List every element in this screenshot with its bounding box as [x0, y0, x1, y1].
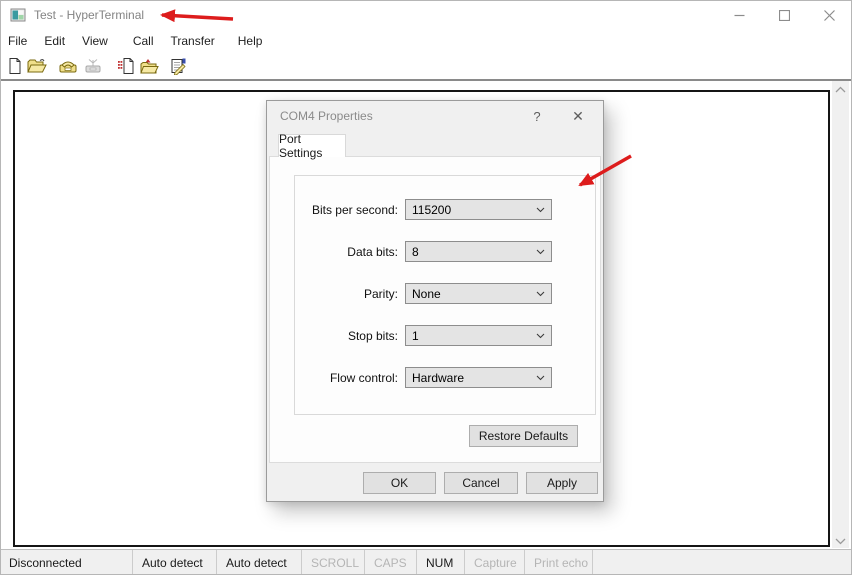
- scroll-up-icon[interactable]: [835, 86, 846, 94]
- dialog-titlebar: COM4 Properties ? ✕: [267, 101, 603, 132]
- status-capture: Capture: [465, 550, 525, 575]
- hyperterminal-app-icon: [10, 8, 26, 22]
- dialog-title: COM4 Properties: [280, 109, 373, 123]
- disconnect-phone-icon[interactable]: [82, 55, 104, 77]
- send-file-icon[interactable]: [116, 55, 138, 77]
- status-caps: CAPS: [365, 550, 417, 575]
- chevron-down-icon: [536, 375, 545, 380]
- parity-value: None: [412, 286, 441, 301]
- status-scroll: SCROLL: [302, 550, 365, 575]
- window-titlebar: Test - HyperTerminal: [0, 0, 852, 30]
- field-bits-per-second: Bits per second: 115200: [307, 199, 552, 220]
- data-bits-select[interactable]: 8: [405, 241, 552, 262]
- connect-phone-icon[interactable]: [57, 55, 79, 77]
- minimize-icon: [734, 14, 745, 16]
- menu-file[interactable]: File: [8, 32, 36, 50]
- close-icon: [824, 9, 835, 21]
- com4-properties-dialog: COM4 Properties ? ✕ Port Settings Bits p…: [266, 100, 604, 502]
- stop-bits-select[interactable]: 1: [405, 325, 552, 346]
- status-auto-detect-1: Auto detect: [133, 550, 217, 575]
- stop-bits-value: 1: [412, 328, 419, 343]
- bits-per-second-value: 115200: [412, 202, 452, 217]
- stop-bits-label: Stop bits:: [347, 328, 398, 343]
- chevron-down-icon: [536, 333, 545, 338]
- toolbar: [0, 52, 852, 81]
- status-print-echo: Print echo: [525, 550, 593, 575]
- menu-call[interactable]: Call: [133, 32, 163, 50]
- status-auto-detect-2: Auto detect: [217, 550, 302, 575]
- flow-control-value: Hardware: [412, 370, 465, 385]
- dialog-help-button[interactable]: ?: [520, 101, 554, 132]
- parity-select[interactable]: None: [405, 283, 552, 304]
- receive-folder-icon[interactable]: [138, 55, 160, 77]
- field-stop-bits: Stop bits: 1: [307, 325, 552, 346]
- flow-control-select[interactable]: Hardware: [405, 367, 552, 388]
- scroll-down-icon[interactable]: [835, 537, 846, 545]
- field-flow-control: Flow control: Hardware: [307, 367, 552, 388]
- minimize-button[interactable]: [717, 0, 762, 30]
- bits-per-second-label: Bits per second:: [311, 202, 398, 217]
- restore-defaults-button[interactable]: Restore Defaults: [469, 425, 578, 447]
- vertical-scrollbar[interactable]: [832, 81, 849, 548]
- properties-icon[interactable]: [168, 55, 190, 77]
- chevron-down-icon: [536, 249, 545, 254]
- chevron-down-icon: [536, 291, 545, 296]
- status-filler: [593, 550, 852, 575]
- ok-button[interactable]: OK: [363, 472, 436, 494]
- data-bits-value: 8: [412, 244, 419, 259]
- menu-bar: File Edit View Call Transfer Help: [0, 30, 852, 52]
- field-parity: Parity: None: [307, 283, 552, 304]
- menu-view[interactable]: View: [82, 32, 117, 50]
- status-num: NUM: [417, 550, 465, 575]
- status-bar: Disconnected Auto detect Auto detect SCR…: [0, 549, 852, 575]
- window-title: Test - HyperTerminal: [34, 8, 145, 22]
- status-connection: Disconnected: [0, 550, 133, 575]
- tab-port-settings[interactable]: Port Settings: [278, 132, 346, 160]
- menu-edit[interactable]: Edit: [44, 32, 74, 50]
- close-button[interactable]: [807, 0, 852, 30]
- chevron-down-icon: [536, 207, 545, 212]
- dialog-close-button[interactable]: ✕: [561, 101, 595, 132]
- apply-button[interactable]: Apply: [526, 472, 598, 494]
- data-bits-label: Data bits:: [347, 244, 398, 259]
- bits-per-second-select[interactable]: 115200: [405, 199, 552, 220]
- parity-label: Parity:: [363, 286, 398, 301]
- open-folder-icon[interactable]: [26, 55, 48, 77]
- menu-transfer[interactable]: Transfer: [171, 32, 224, 50]
- menu-help[interactable]: Help: [238, 32, 272, 50]
- new-document-icon[interactable]: [4, 55, 26, 77]
- cancel-button[interactable]: Cancel: [444, 472, 518, 494]
- flow-control-label: Flow control:: [329, 370, 398, 385]
- field-data-bits: Data bits: 8: [307, 241, 552, 262]
- maximize-button[interactable]: [762, 0, 807, 30]
- maximize-icon: [779, 9, 790, 21]
